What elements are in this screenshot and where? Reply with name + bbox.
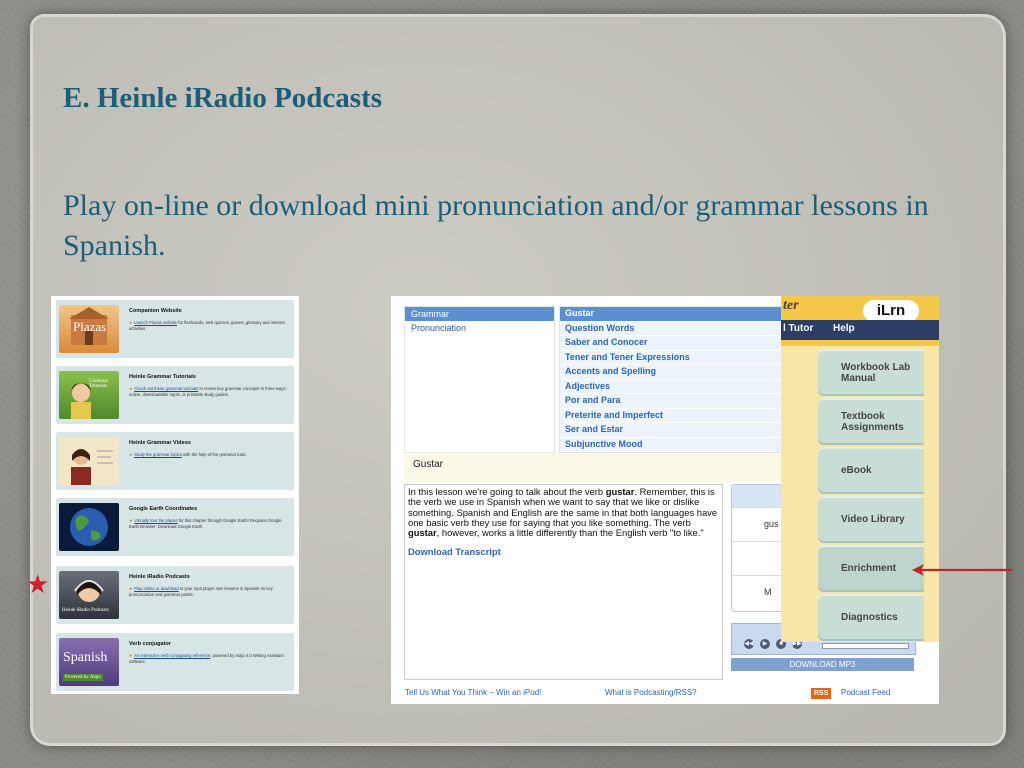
list-item[interactable]: Spanish Powered by Atajo Verb conjugator… [56, 633, 294, 691]
item-link[interactable]: Study the grammar topics [134, 452, 182, 457]
tab-ebook[interactable]: eBook [818, 447, 924, 494]
nav-help[interactable]: Help [833, 323, 855, 334]
verb-conjugator-thumbnail: Spanish Powered by Atajo [59, 638, 119, 686]
topic-list: Gustar Question Words Saber and Conocer … [559, 306, 791, 453]
red-arrow-icon [912, 564, 1012, 576]
item-description: ►Play online or download to your mp3 pla… [129, 586, 273, 597]
list-item[interactable]: Heinle iRadio Podcasts Heinle iRadio Pod… [56, 566, 294, 624]
category-pronunciation[interactable]: Pronunciation [405, 321, 554, 335]
ilrn-nav-bar: l Tutor Help [781, 320, 939, 340]
nav-tutor[interactable]: l Tutor [783, 323, 813, 334]
item-link[interactable]: Virtually tour the places [134, 518, 177, 523]
screenshot-footer: Tell Us What You Think – Win an iPod! Wh… [391, 686, 939, 704]
grammar-video-thumbnail [59, 437, 119, 485]
rss-badge[interactable]: RSS [811, 688, 832, 699]
topic-item[interactable]: Accents and Spelling [560, 365, 790, 380]
item-description: ►Launch Plazas website for flashcards, w… [129, 320, 285, 331]
item-title: Companion Website [129, 308, 182, 314]
category-list: Grammar Pronunciation [404, 306, 555, 453]
google-earth-thumbnail [59, 503, 119, 551]
rewind-icon[interactable]: ◀◀ [744, 639, 754, 649]
topic-item[interactable]: Adjectives [560, 379, 790, 394]
topic-item[interactable]: Saber and Conocer [560, 336, 790, 351]
header-partial-text: ter [783, 298, 799, 313]
topic-item[interactable]: Ser and Estar [560, 423, 790, 438]
item-link[interactable]: Play online or download [134, 586, 178, 591]
podcasting-info-link[interactable]: What is Podcasting/RSS? [605, 688, 697, 697]
lesson-text: In this lesson we're going to talk about… [404, 484, 723, 680]
seek-slider[interactable] [822, 643, 909, 649]
topic-item[interactable]: Preterite and Imperfect [560, 408, 790, 423]
iradio-thumbnail: Heinle iRadio Podcasts [59, 571, 119, 619]
grammar-tutorial-thumbnail: Grammar Tutorials [59, 371, 119, 419]
item-title: Heinle Grammar Tutorials [129, 374, 196, 380]
feedback-link[interactable]: Tell Us What You Think – Win an iPod! [405, 688, 541, 697]
tab-textbook-assignments[interactable]: Textbook Assignments [818, 398, 924, 445]
topic-item[interactable]: Tener and Tener Expressions [560, 350, 790, 365]
item-title: Heinle Grammar Videos [129, 440, 191, 446]
item-title: Google Earth Coordinates [129, 506, 198, 512]
item-description: ►Study the grammar topics with the help … [129, 452, 247, 457]
thumb-label: Grammar Tutorials [89, 379, 109, 389]
tab-diagnostics[interactable]: Diagnostics [818, 594, 924, 641]
item-link[interactable]: An interactive verb conjugating referenc… [134, 653, 210, 658]
topic-item[interactable]: Subjunctive Mood [560, 437, 790, 452]
tab-workbook-lab-manual[interactable]: Workbook Lab Manual [818, 349, 924, 396]
star-icon: ★ [26, 569, 50, 599]
tab-enrichment[interactable]: Enrichment [818, 545, 924, 592]
item-title: Heinle iRadio Podcasts [129, 574, 190, 580]
topic-item[interactable]: Por and Para [560, 394, 790, 409]
item-description: ►Virtually tour the places for this chap… [129, 518, 282, 529]
download-mp3-button[interactable]: DOWNLOAD MP3 [731, 658, 914, 671]
ilrn-header: ter iLrn l Tutor Help [781, 296, 939, 346]
category-grammar[interactable]: Grammar [405, 307, 554, 321]
slide-subtitle: Play on-line or download mini pronunciat… [63, 189, 929, 262]
thumb-label: Spanish [63, 650, 108, 665]
list-item[interactable]: Grammar Tutorials Heinle Grammar Tutoria… [56, 366, 294, 424]
slide-title: E. Heinle iRadio Podcasts [63, 82, 383, 114]
plazas-thumbnail: Plazas [59, 305, 119, 353]
download-transcript-link[interactable]: Download Transcript [408, 547, 719, 558]
item-title: Verb conjugator [129, 641, 171, 647]
thumb-label: Plazas [73, 319, 107, 334]
resource-list-screenshot: Plazas Companion Website ►Launch Plazas … [51, 296, 299, 694]
tab-video-library[interactable]: Video Library [818, 496, 924, 543]
topic-item[interactable]: Gustar [560, 307, 790, 322]
item-link[interactable]: Check out these grammar tutorials [134, 386, 198, 391]
play-icon[interactable]: ▶ [760, 639, 770, 649]
podcast-feed-link[interactable]: Podcast Feed [841, 688, 890, 697]
lesson-title: Gustar [404, 454, 813, 482]
list-item[interactable]: Plazas Companion Website ►Launch Plazas … [56, 300, 294, 358]
ilrn-sidebar-screenshot: ter iLrn l Tutor Help Workbook Lab Manua… [781, 296, 939, 642]
item-link[interactable]: Launch Plazas website [134, 320, 177, 325]
item-description: ►An interactive verb conjugating referen… [129, 653, 284, 664]
list-item[interactable]: Heinle Grammar Videos ►Study the grammar… [56, 432, 294, 490]
thumb-label: Heinle iRadio Podcasts [62, 608, 109, 613]
thumb-sublabel: Powered by Atajo [63, 674, 103, 681]
item-description: ►Check out these grammar tutorials to re… [129, 386, 287, 397]
list-item[interactable]: Google Earth Coordinates ►Virtually tour… [56, 498, 294, 556]
topic-item[interactable]: Question Words [560, 321, 790, 336]
ilrn-logo: iLrn [863, 300, 919, 322]
